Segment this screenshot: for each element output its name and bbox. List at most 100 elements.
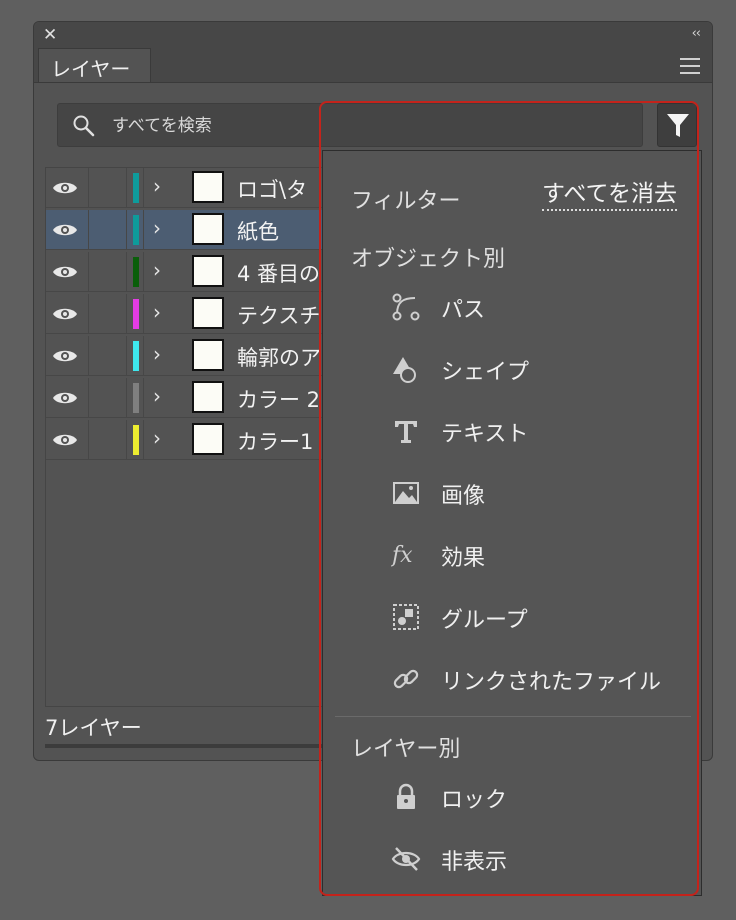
expand-chevron-icon[interactable]: › (153, 342, 161, 366)
column-divider (143, 420, 144, 460)
filter-option-linked-file[interactable]: リンクされたファイル (391, 658, 691, 702)
filter-option-hidden[interactable]: 非表示 (391, 838, 691, 882)
layer-name[interactable]: テクスチ (237, 300, 320, 330)
visibility-eye-icon[interactable] (52, 263, 78, 281)
layer-count: 7レイヤー (45, 716, 142, 740)
column-divider (88, 252, 89, 292)
search-box (57, 103, 643, 148)
search-icon (73, 115, 95, 137)
filter-option-path[interactable]: パス (391, 286, 691, 330)
path-icon (392, 293, 420, 321)
expand-chevron-icon[interactable]: › (153, 300, 161, 324)
layer-color-swatch (133, 173, 139, 203)
layer-color-swatch (133, 215, 139, 245)
tab-layers[interactable]: レイヤー (38, 48, 151, 82)
link-icon (393, 669, 419, 689)
filter-option-text[interactable]: テキスト (391, 410, 691, 454)
expand-chevron-icon[interactable]: › (153, 174, 161, 198)
column-divider (143, 336, 144, 376)
filter-option-label: シェイプ (441, 360, 530, 385)
filter-option-shape[interactable]: シェイプ (391, 348, 691, 392)
column-divider (88, 210, 89, 250)
column-divider (126, 378, 127, 418)
expand-chevron-icon[interactable]: › (153, 384, 161, 408)
filter-menu: フィルター すべてを消去 オブジェクト別 パス シェイプ テキスト 画像 fx … (322, 150, 702, 896)
expand-chevron-icon[interactable]: › (153, 258, 161, 282)
filter-option-label: 非表示 (441, 850, 508, 875)
expand-chevron-icon[interactable]: › (153, 216, 161, 240)
column-divider (143, 252, 144, 292)
filter-button[interactable] (657, 103, 697, 147)
layer-color-swatch (133, 383, 139, 413)
layer-color-swatch (133, 341, 139, 371)
layer-thumbnail (192, 255, 224, 287)
column-divider (126, 252, 127, 292)
column-divider (88, 294, 89, 334)
filter-option-label: ロック (441, 788, 508, 813)
layer-name[interactable]: カラー1 (237, 426, 313, 456)
layer-color-swatch (133, 425, 139, 455)
filter-option-label: 画像 (441, 484, 486, 509)
filter-option-group[interactable]: グループ (391, 596, 691, 640)
layer-color-swatch (133, 257, 139, 287)
layer-color-swatch (133, 299, 139, 329)
panel-titlebar: ✕ ‹‹ (34, 22, 712, 48)
collapse-icon[interactable]: ‹‹ (692, 26, 701, 41)
layer-name[interactable]: ロゴ\タ (237, 174, 307, 204)
layer-name[interactable]: 4 番目の (237, 258, 320, 288)
text-icon (395, 421, 417, 443)
visibility-eye-icon[interactable] (52, 305, 78, 323)
column-divider (88, 420, 89, 460)
by-object-heading: オブジェクト別 (351, 247, 506, 272)
group-icon (393, 604, 419, 630)
layer-thumbnail (192, 171, 224, 203)
layer-name[interactable]: 紙色 (237, 216, 279, 246)
filter-option-lock[interactable]: ロック (391, 776, 691, 820)
layer-name[interactable]: 輪郭のア (237, 342, 321, 372)
shape-icon (393, 357, 416, 383)
layer-thumbnail (192, 339, 224, 371)
column-divider (126, 294, 127, 334)
lock-icon (397, 783, 415, 809)
column-divider (126, 336, 127, 376)
panel-menu-icon[interactable] (680, 58, 700, 79)
layer-thumbnail (192, 213, 224, 245)
filter-option-image[interactable]: 画像 (391, 472, 691, 516)
search-input[interactable] (110, 104, 634, 148)
filter-option-label: テキスト (441, 422, 529, 447)
close-icon[interactable]: ✕ (43, 25, 57, 45)
layer-name[interactable]: カラー 2 (237, 384, 320, 414)
by-layer-heading: レイヤー別 (351, 737, 461, 762)
filter-icon (667, 114, 689, 137)
filter-menu-title: フィルター (351, 189, 461, 214)
filter-option-label: 効果 (441, 546, 486, 571)
tab-row: レイヤー (34, 48, 712, 83)
column-divider (143, 168, 144, 208)
filter-option-effect[interactable]: fx 効果 (391, 534, 691, 578)
hidden-eye-icon (391, 847, 421, 871)
column-divider (126, 420, 127, 460)
column-divider (126, 168, 127, 208)
filter-option-label: リンクされたファイル (441, 670, 662, 695)
column-divider (88, 168, 89, 208)
visibility-eye-icon[interactable] (52, 431, 78, 449)
column-divider (143, 210, 144, 250)
image-icon (393, 482, 419, 504)
column-divider (143, 378, 144, 418)
column-divider (143, 294, 144, 334)
visibility-eye-icon[interactable] (52, 221, 78, 239)
column-divider (88, 336, 89, 376)
visibility-eye-icon[interactable] (52, 347, 78, 365)
layer-thumbnail (192, 423, 224, 455)
expand-chevron-icon[interactable]: › (153, 426, 161, 450)
clear-all-button[interactable]: すべてを消去 (541, 179, 677, 211)
column-divider (126, 210, 127, 250)
visibility-eye-icon[interactable] (52, 179, 78, 197)
layer-thumbnail (192, 297, 224, 329)
filter-option-label: パス (441, 298, 486, 323)
column-divider (88, 378, 89, 418)
effect-icon: fx (391, 543, 413, 568)
filter-option-label: グループ (441, 608, 528, 633)
menu-separator (335, 716, 691, 717)
visibility-eye-icon[interactable] (52, 389, 78, 407)
